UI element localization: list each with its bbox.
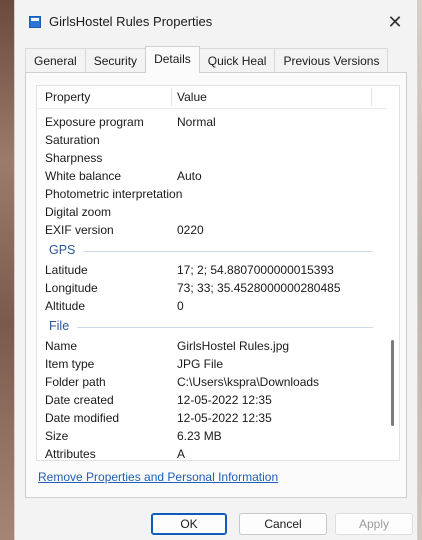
details-panel: Property Value Exposure program Normal S…	[25, 72, 407, 498]
group-header-file: File	[37, 318, 387, 336]
property-name: Digital zoom	[45, 205, 112, 219]
column-divider[interactable]	[371, 88, 372, 106]
table-row[interactable]: Saturation	[37, 132, 387, 150]
property-value: 73; 33; 35.4528000000280485	[177, 281, 341, 295]
table-row[interactable]: Longitude 73; 33; 35.4528000000280485	[37, 280, 387, 298]
tab-quick-heal[interactable]: Quick Heal	[198, 48, 276, 72]
table-row[interactable]: Attributes A	[37, 446, 387, 461]
property-value: A	[177, 447, 186, 461]
tab-details[interactable]: Details	[145, 46, 200, 73]
group-label: GPS	[49, 243, 76, 257]
property-value: Auto	[177, 169, 202, 183]
vertical-scrollbar-thumb[interactable]	[391, 340, 394, 426]
table-row[interactable]: Sharpness	[37, 150, 387, 168]
table-row[interactable]: Item type JPG File	[37, 356, 387, 374]
tab-security[interactable]: Security	[84, 48, 147, 72]
column-divider[interactable]	[171, 88, 172, 106]
properties-dialog: GirlsHostel Rules Properties ✕ General S…	[14, 0, 418, 540]
table-row[interactable]: Exposure program Normal	[37, 114, 387, 132]
group-label: File	[49, 319, 70, 333]
title-bar[interactable]: GirlsHostel Rules Properties ✕	[15, 0, 417, 44]
remove-properties-link[interactable]: Remove Properties and Personal Informati…	[38, 470, 278, 484]
table-row[interactable]: Date created 12-05-2022 12:35	[37, 392, 387, 410]
property-name: Date modified	[45, 411, 120, 425]
property-name: Attributes	[45, 447, 96, 461]
property-value: 0	[177, 299, 184, 313]
property-name: EXIF version	[45, 223, 114, 237]
close-icon[interactable]: ✕	[383, 10, 407, 34]
property-name: Latitude	[45, 263, 88, 277]
group-divider	[83, 251, 373, 252]
ok-button[interactable]: OK	[151, 513, 227, 535]
group-header-gps: GPS	[37, 242, 387, 260]
property-name: Saturation	[45, 133, 100, 147]
property-value: JPG File	[177, 357, 224, 371]
property-name: Exposure program	[45, 115, 144, 129]
property-value: 12-05-2022 12:35	[177, 411, 272, 425]
table-row[interactable]: EXIF version 0220	[37, 222, 387, 240]
table-row[interactable]: White balance Auto	[37, 168, 387, 186]
table-row[interactable]: Altitude 0	[37, 298, 387, 316]
table-row[interactable]: Date modified 12-05-2022 12:35	[37, 410, 387, 428]
tab-previous-versions[interactable]: Previous Versions	[274, 48, 389, 72]
property-value: C:\Users\kspra\Downloads	[177, 375, 320, 389]
property-name: Altitude	[45, 299, 86, 313]
property-value: 6.23 MB	[177, 429, 222, 443]
property-name: Name	[45, 339, 78, 353]
window-title: GirlsHostel Rules Properties	[49, 14, 213, 29]
property-name: White balance	[45, 169, 122, 183]
cancel-button[interactable]: Cancel	[239, 513, 327, 535]
table-row[interactable]: Folder path C:\Users\kspra\Downloads	[37, 374, 387, 392]
table-row[interactable]: Size 6.23 MB	[37, 428, 387, 446]
tab-general[interactable]: General	[25, 48, 86, 72]
column-header-value[interactable]: Value	[177, 90, 207, 104]
property-name: Folder path	[45, 375, 106, 389]
property-name: Size	[45, 429, 69, 443]
table-row[interactable]: Digital zoom	[37, 204, 387, 222]
property-name: Date created	[45, 393, 114, 407]
apply-button[interactable]: Apply	[335, 513, 413, 535]
property-value: 12-05-2022 12:35	[177, 393, 272, 407]
property-list[interactable]: Property Value Exposure program Normal S…	[36, 85, 400, 461]
table-row[interactable]: Name GirlsHostel Rules.jpg	[37, 338, 387, 356]
property-name: Item type	[45, 357, 95, 371]
tab-strip: General Security Details Quick Heal Prev…	[25, 46, 389, 73]
file-properties-icon	[29, 16, 41, 28]
desktop-background	[0, 0, 14, 540]
property-name: Sharpness	[45, 151, 103, 165]
group-divider	[77, 327, 373, 328]
property-value: Normal	[177, 115, 216, 129]
list-header: Property Value	[37, 86, 387, 109]
column-header-property[interactable]: Property	[45, 90, 90, 104]
property-value: 0220	[177, 223, 204, 237]
property-name: Photometric interpretation	[45, 187, 183, 201]
property-value: 17; 2; 54.8807000000015393	[177, 263, 334, 277]
table-row[interactable]: Latitude 17; 2; 54.8807000000015393	[37, 262, 387, 280]
table-row[interactable]: Photometric interpretation	[37, 186, 387, 204]
property-value: GirlsHostel Rules.jpg	[177, 339, 290, 353]
property-name: Longitude	[45, 281, 98, 295]
